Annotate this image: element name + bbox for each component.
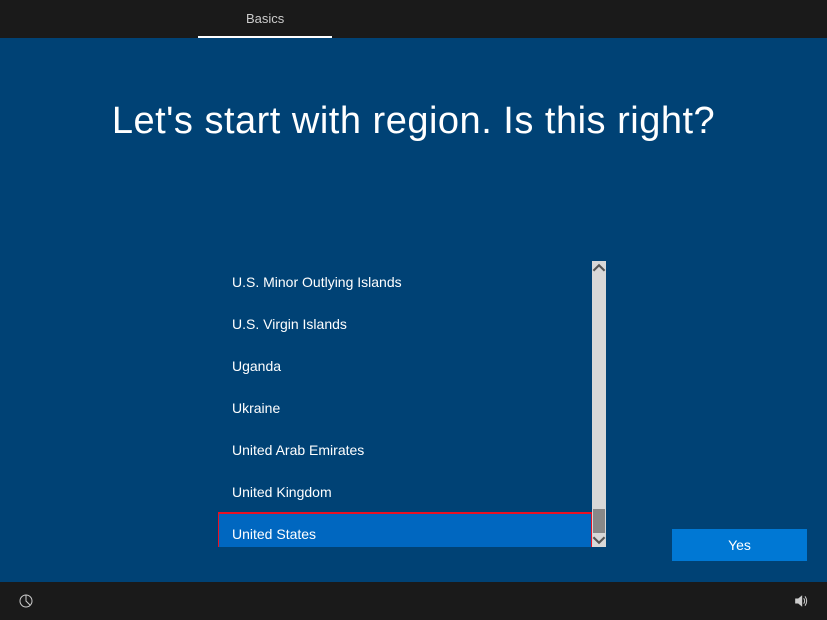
volume-icon[interactable] — [793, 593, 809, 609]
yes-button[interactable]: Yes — [672, 529, 807, 561]
top-bar: Basics — [0, 0, 827, 38]
scroll-thumb[interactable] — [593, 509, 605, 533]
region-label: U.S. Virgin Islands — [232, 316, 347, 332]
bottom-bar — [0, 582, 827, 620]
list-item[interactable]: Ukraine — [218, 387, 592, 429]
list-item[interactable]: U.S. Virgin Islands — [218, 303, 592, 345]
region-label: United Kingdom — [232, 484, 332, 500]
scroll-track[interactable] — [592, 275, 606, 533]
list-item-selected[interactable]: United States — [218, 513, 592, 547]
page-title: Let's start with region. Is this right? — [0, 100, 827, 143]
region-list-container: U.S. Minor Outlying Islands U.S. Virgin … — [218, 261, 606, 547]
list-item[interactable]: U.S. Minor Outlying Islands — [218, 261, 592, 303]
list-item[interactable]: United Arab Emirates — [218, 429, 592, 471]
list-item[interactable]: Uganda — [218, 345, 592, 387]
yes-button-label: Yes — [728, 537, 751, 553]
tab-label: Basics — [246, 11, 284, 26]
scroll-up-icon[interactable] — [592, 261, 606, 275]
region-label: U.S. Minor Outlying Islands — [232, 274, 402, 290]
region-list: U.S. Minor Outlying Islands U.S. Virgin … — [218, 261, 592, 547]
tab-basics[interactable]: Basics — [198, 0, 332, 38]
region-label: United States — [232, 526, 316, 542]
scrollbar[interactable] — [592, 261, 606, 547]
main-content: Let's start with region. Is this right? … — [0, 38, 827, 582]
region-label: Uganda — [232, 358, 281, 374]
region-label: Ukraine — [232, 400, 280, 416]
accessibility-icon[interactable] — [18, 593, 34, 609]
region-label: United Arab Emirates — [232, 442, 364, 458]
list-item[interactable]: United Kingdom — [218, 471, 592, 513]
scroll-down-icon[interactable] — [592, 533, 606, 547]
